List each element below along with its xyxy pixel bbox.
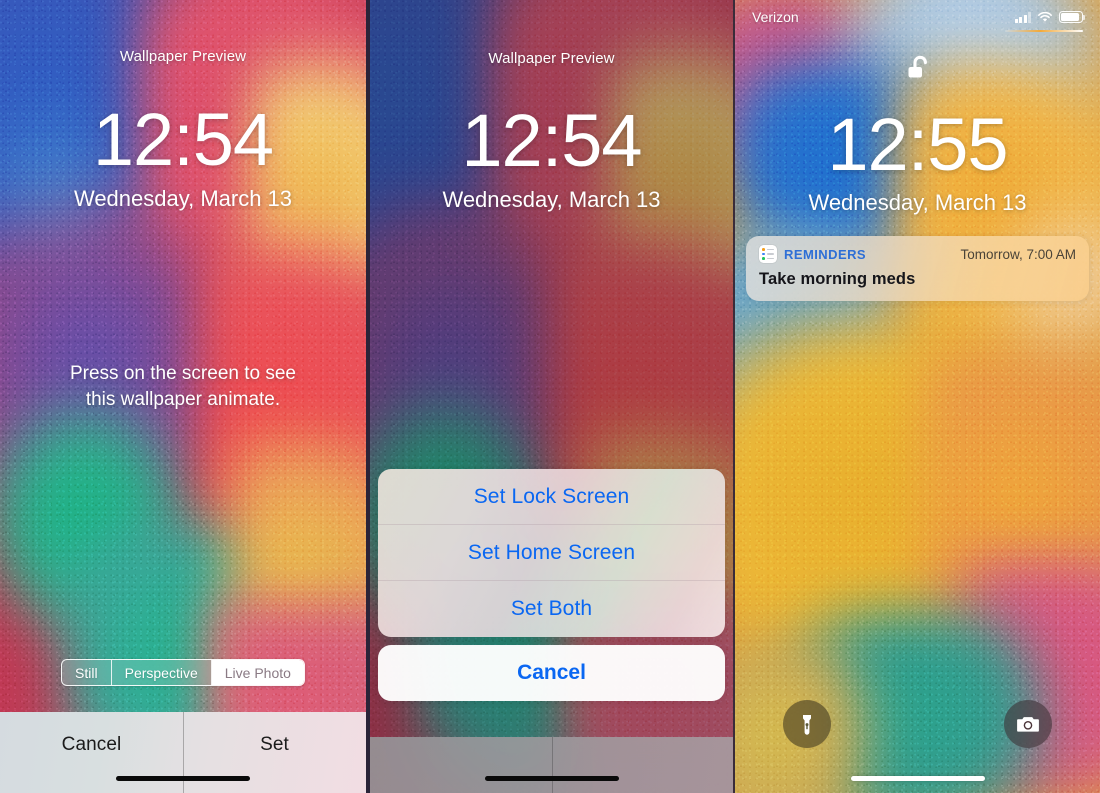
lock-screen-date: Wednesday, March 13 bbox=[73, 186, 293, 211]
home-indicator-2[interactable] bbox=[484, 776, 619, 781]
wifi-icon bbox=[1038, 11, 1052, 22]
notification-banner[interactable]: REMINDERS Tomorrow, 7:00 AM Take morning… bbox=[746, 236, 1089, 301]
status-bar: Verizon bbox=[735, 0, 1100, 34]
hint-line-1: Press on the screen to see bbox=[69, 363, 296, 384]
segment-perspective[interactable]: Perspective bbox=[112, 660, 212, 685]
notification-time: Tomorrow, 7:00 AM bbox=[960, 246, 1076, 262]
notification-title: Take morning meds bbox=[759, 270, 916, 288]
carrier-label: Verizon bbox=[752, 9, 799, 25]
segment-live-photo[interactable]: Live Photo bbox=[211, 660, 304, 685]
unlocked-padlock-icon bbox=[901, 52, 935, 91]
camera-button[interactable] bbox=[1004, 700, 1052, 748]
notification-header: REMINDERS Tomorrow, 7:00 AM bbox=[759, 245, 1076, 263]
wallpaper-type-segmented-control: Still Perspective Live Photo bbox=[0, 659, 366, 686]
lock-screen-clock-2: 12:54 bbox=[461, 99, 642, 182]
action-sheet-options: Set Lock Screen Set Home Screen Set Both bbox=[378, 469, 725, 637]
action-sheet-cancel-button[interactable]: Cancel bbox=[378, 645, 725, 701]
lock-screen-date-3: Wednesday, March 13 bbox=[808, 190, 1027, 215]
segment-still[interactable]: Still bbox=[62, 660, 112, 685]
panel-lock-screen-result: Verizon 12:55 Wednesday, March 13 REMIND… bbox=[735, 0, 1100, 793]
panel-wallpaper-preview-still: Wallpaper Preview 12:54 Wednesday, March… bbox=[0, 0, 366, 793]
wallpaper-animate-hint: Press on the screen to see this wallpape… bbox=[0, 361, 366, 413]
screenshot-stage: Wallpaper Preview 12:54 Wednesday, March… bbox=[0, 0, 1100, 793]
lock-screen-date-2: Wednesday, March 13 bbox=[442, 187, 661, 212]
status-bar-underline bbox=[1005, 30, 1083, 32]
lock-screen-clock: 12:54 bbox=[92, 98, 274, 181]
flashlight-button[interactable] bbox=[783, 700, 831, 748]
flashlight-icon bbox=[803, 715, 811, 735]
lock-screen-clock-3: 12:55 bbox=[827, 103, 1008, 186]
home-indicator[interactable] bbox=[116, 776, 250, 781]
footer-divider bbox=[551, 737, 553, 793]
camera-icon bbox=[1017, 717, 1039, 732]
hint-line-2: this wallpaper animate. bbox=[85, 389, 281, 410]
panel-wallpaper-action-sheet: Wallpaper Preview 12:54 Wednesday, March… bbox=[370, 0, 733, 793]
cellular-signal-icon bbox=[1014, 12, 1031, 23]
wallpaper-preview-label-2: Wallpaper Preview bbox=[488, 50, 615, 67]
quick-actions bbox=[735, 699, 1100, 749]
set-lock-screen-option[interactable]: Set Lock Screen bbox=[378, 469, 725, 525]
sheet-footer-bar bbox=[370, 737, 733, 793]
home-indicator-3[interactable] bbox=[850, 776, 985, 781]
set-both-option[interactable]: Set Both bbox=[378, 581, 725, 637]
set-home-screen-option[interactable]: Set Home Screen bbox=[378, 525, 725, 581]
cancel-button[interactable]: Cancel bbox=[0, 712, 183, 756]
wallpaper-preview-label: Wallpaper Preview bbox=[119, 48, 247, 65]
notification-app-name: REMINDERS bbox=[784, 246, 867, 262]
battery-icon bbox=[1059, 11, 1086, 23]
set-wallpaper-action-sheet: Set Lock Screen Set Home Screen Set Both… bbox=[378, 469, 725, 701]
reminders-icon bbox=[759, 245, 777, 263]
wallpaper-preview-toolbar: Cancel Set bbox=[0, 712, 366, 793]
status-bar-icons bbox=[1005, 11, 1086, 32]
set-button[interactable]: Set bbox=[183, 712, 366, 756]
